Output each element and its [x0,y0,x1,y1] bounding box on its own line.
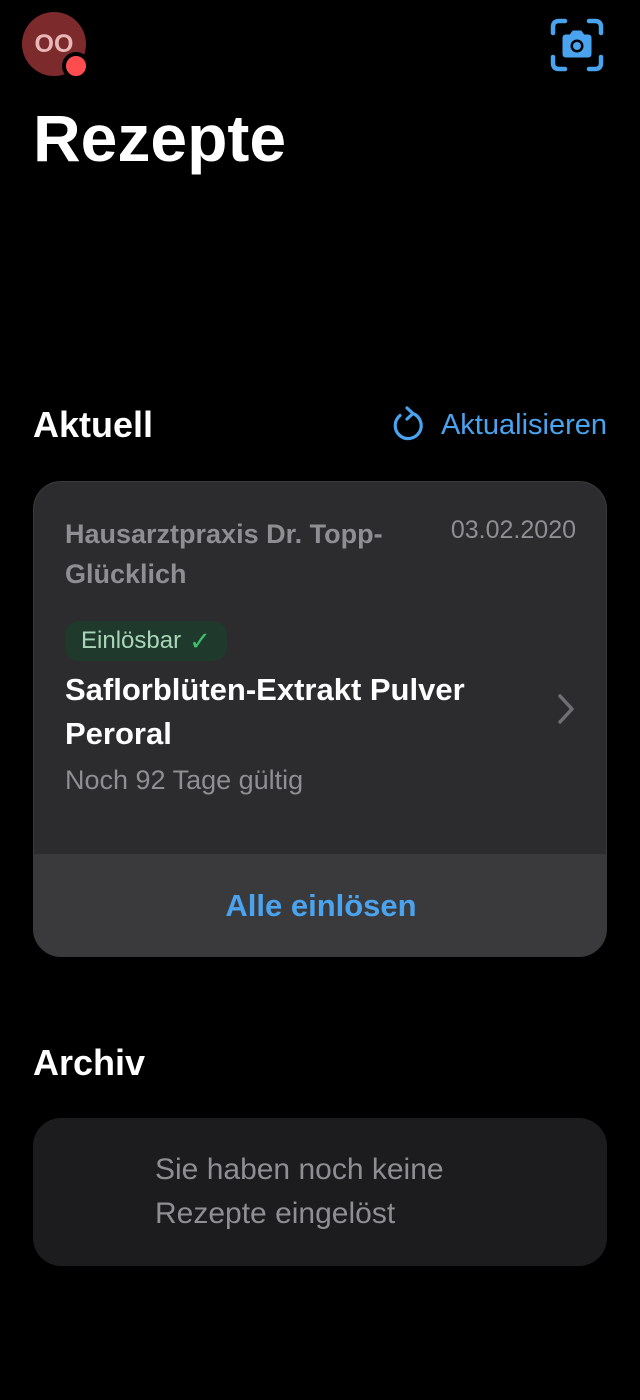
archive-empty-message: Sie haben noch keine Rezepte eingelöst [155,1153,444,1230]
page-title: Rezepte [33,101,287,175]
refresh-button[interactable]: Aktualisieren [391,402,607,448]
redeem-all-label: Alle einlösen [225,888,417,923]
section-title-archive: Archiv [33,1042,146,1083]
refresh-icon [393,406,423,441]
notification-dot [62,52,90,80]
medication-name: Saflorblüten-Extrakt Pulver Peroral [65,672,465,751]
redeem-all-button[interactable]: Alle einlösen [34,854,606,956]
chevron-right-icon [558,694,574,724]
practice-name: Hausarztpraxis Dr. Topp-Glücklich [65,519,383,589]
prescription-item[interactable]: Hausarztpraxis Dr. Topp-Glücklich 03.02.… [34,482,606,854]
status-badge: Einlösbar ✓ [65,621,227,661]
validity-text: Noch 92 Tage gültig [65,765,304,795]
camera-scan-icon [550,18,604,72]
prescription-card: Hausarztpraxis Dr. Topp-Glücklich 03.02.… [33,481,607,957]
refresh-label: Aktualisieren [440,408,607,441]
archive-empty-card: Sie haben noch keine Rezepte eingelöst [33,1118,607,1266]
scan-prescription-button[interactable] [548,16,606,74]
prescription-date: 03.02.2020 [450,516,576,544]
status-label: Einlösbar [81,627,182,654]
avatar[interactable]: OO [22,12,90,80]
checkmark-icon: ✓ [189,625,211,656]
section-title-current: Aktuell [33,404,154,445]
